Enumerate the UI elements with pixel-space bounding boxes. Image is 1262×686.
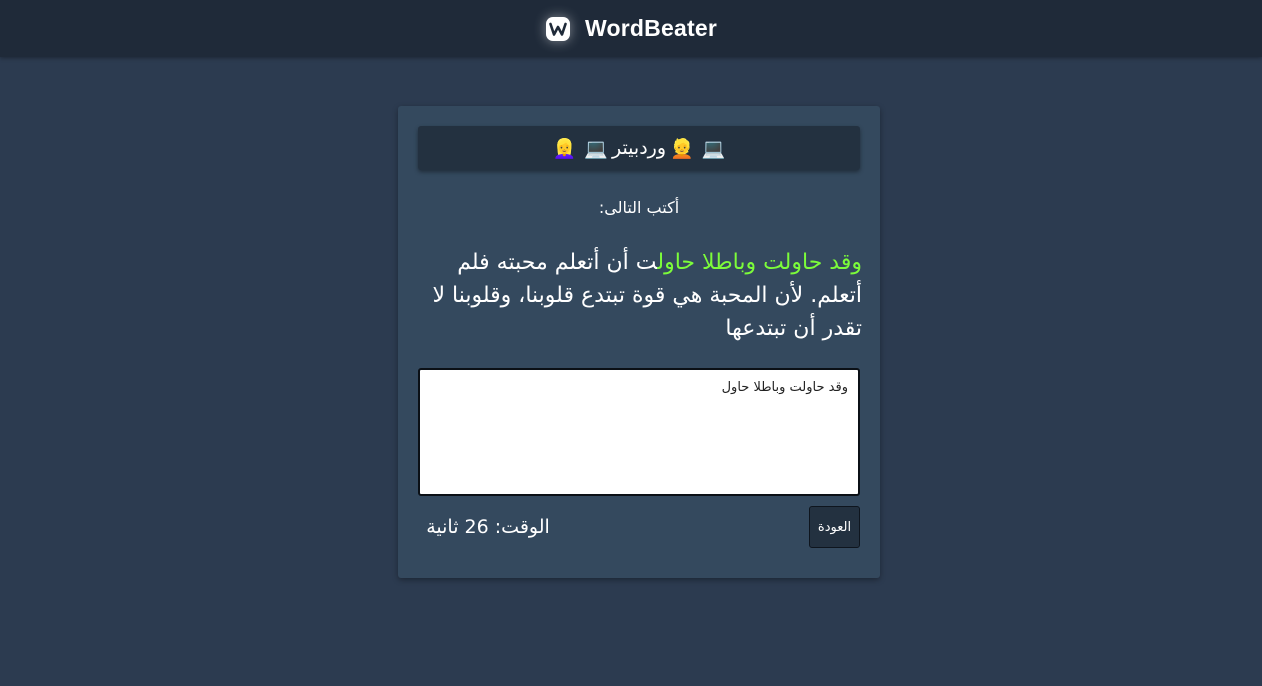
timer-text: الوقت: 26 ثانية (426, 516, 550, 538)
target-text: وقد حاولت وباطلا حاولت أن أتعلم محبته فل… (416, 246, 862, 345)
footer-row: الوقت: 26 ثانية العودة (418, 506, 860, 548)
brand-name: WordBeater (585, 15, 717, 41)
woman-icon: 👱‍♀️ (552, 137, 577, 160)
brand[interactable]: WordBeater (545, 15, 717, 42)
top-navbar: WordBeater (0, 0, 1262, 57)
game-card: 💻 👱 وردبيتر 💻 👱‍♀️ أكتب التالى: وقد حاول… (398, 106, 880, 578)
w-logo-icon (545, 16, 571, 42)
header-title: وردبيتر (611, 137, 667, 159)
laptop-icon: 💻 (584, 137, 608, 160)
typing-input[interactable]: وقد حاولت وباطلا حاول (418, 368, 860, 496)
target-text-typed: وقد حاولت وباطلا حاول (657, 250, 862, 275)
person-icon: 👱 (670, 137, 694, 160)
laptop-icon: 💻 (701, 137, 726, 160)
card-header: 💻 👱 وردبيتر 💻 👱‍♀️ (418, 126, 860, 170)
back-button[interactable]: العودة (809, 506, 860, 548)
prompt-label: أكتب التالى: (598, 198, 680, 217)
